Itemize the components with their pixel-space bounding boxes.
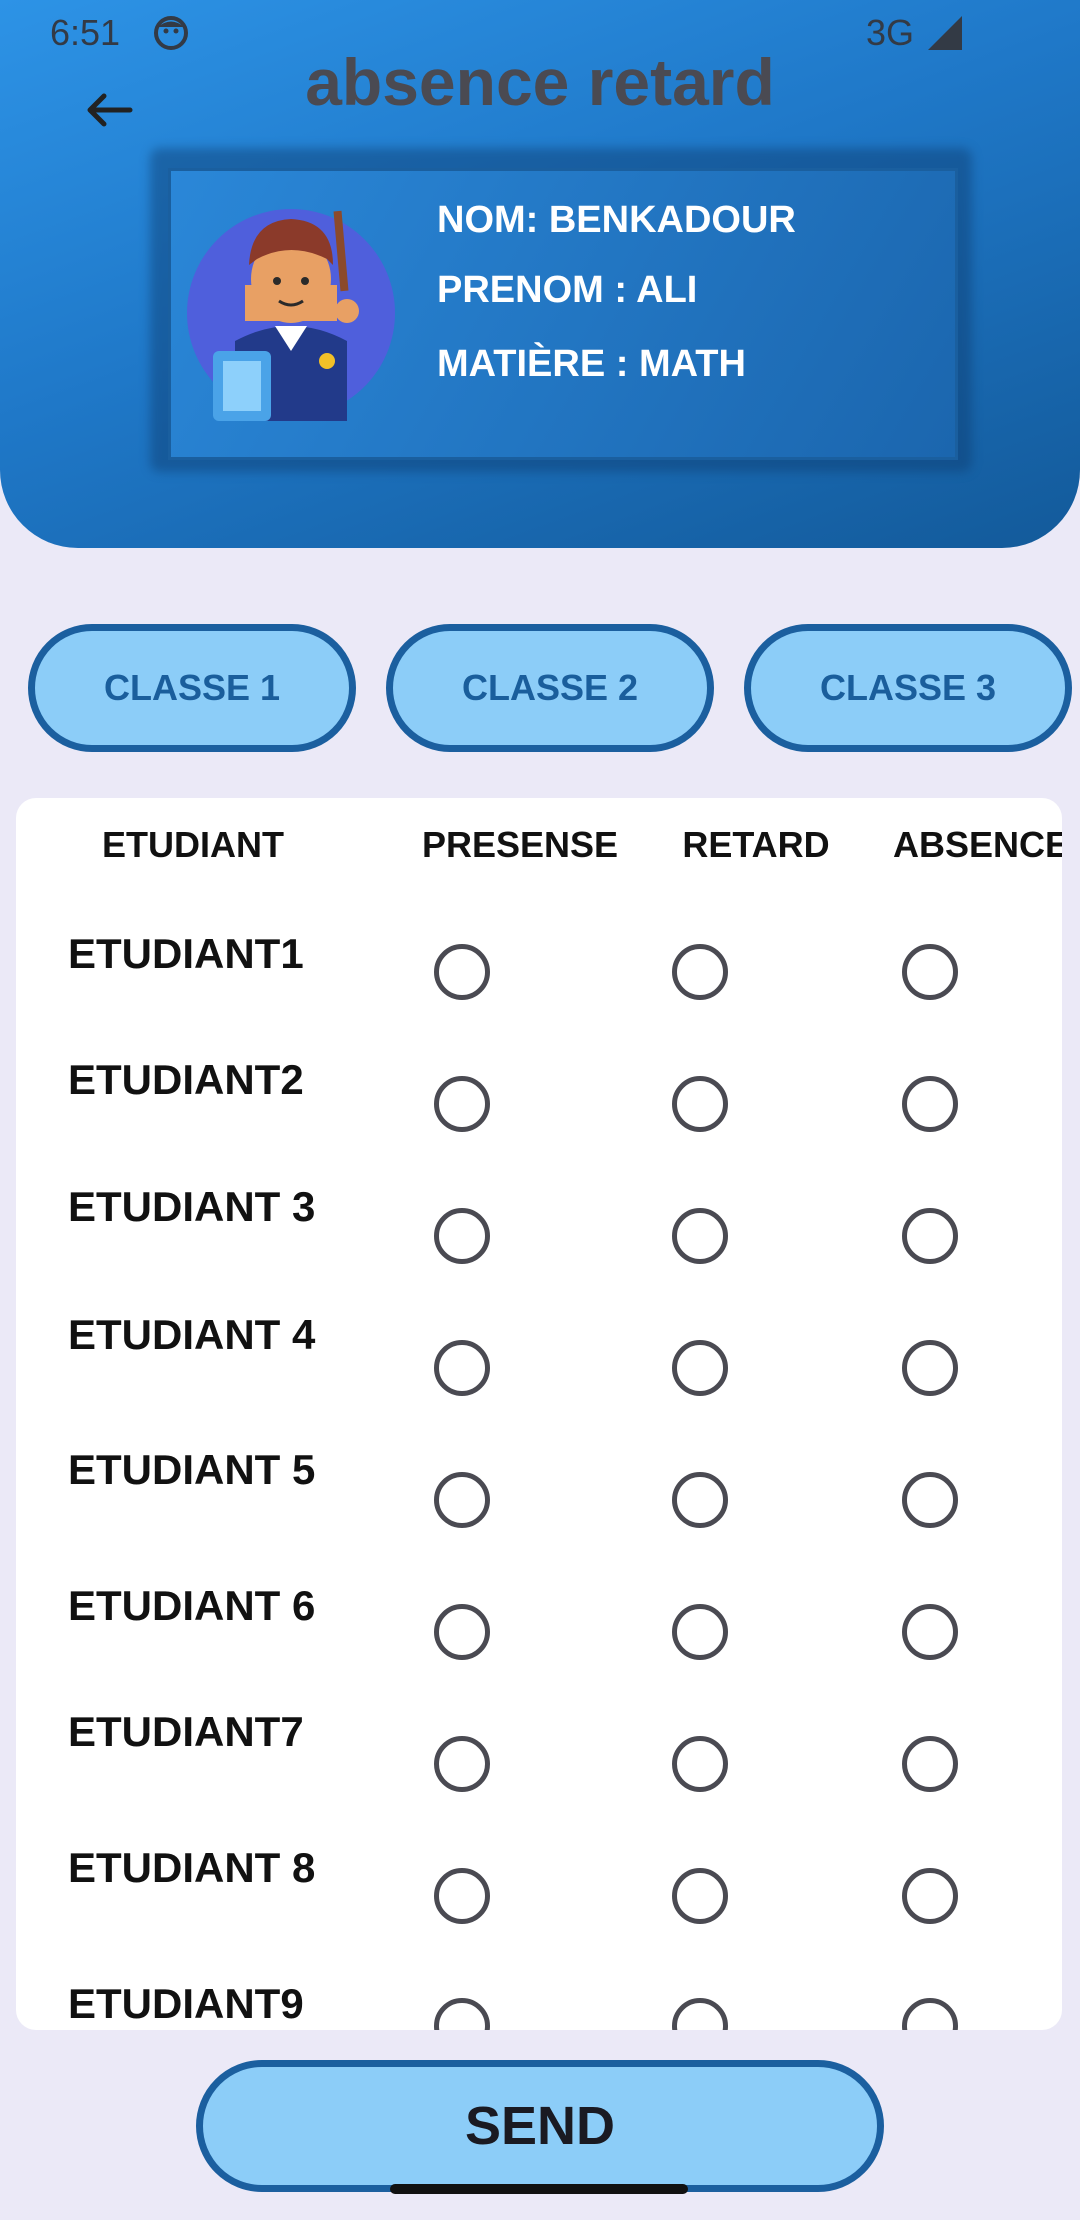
presense-radio[interactable] xyxy=(434,1076,490,1132)
student-name: ETUDIANT 5 xyxy=(68,1446,316,1493)
column-header-etudiant: ETUDIANT xyxy=(102,824,284,865)
student-name: ETUDIANT2 xyxy=(68,1056,304,1103)
presense-radio[interactable] xyxy=(434,1604,490,1660)
absence-radio[interactable] xyxy=(902,1340,958,1396)
student-name: ETUDIANT 3 xyxy=(68,1183,316,1230)
column-header-absence: ABSENCE xyxy=(892,824,1062,865)
presense-radio[interactable] xyxy=(434,1868,490,1924)
presense-radio[interactable] xyxy=(434,1340,490,1396)
student-name: ETUDIANT 4 xyxy=(68,1311,316,1358)
page-title: absence retard xyxy=(305,45,775,119)
class-2-button[interactable]: CLASSE 2 xyxy=(386,624,714,752)
retard-radio[interactable] xyxy=(672,1076,728,1132)
absence-radio[interactable] xyxy=(902,1998,958,2030)
retard-radio[interactable] xyxy=(672,1340,728,1396)
presense-radio[interactable] xyxy=(434,1472,490,1528)
student-name: ETUDIANT1 xyxy=(68,930,304,977)
student-name: ETUDIANT9 xyxy=(68,1980,304,2027)
presense-radio[interactable] xyxy=(434,1998,490,2030)
column-header-retard: RETARD xyxy=(682,824,830,865)
home-indicator xyxy=(390,2184,688,2194)
absence-radio[interactable] xyxy=(902,1208,958,1264)
retard-radio[interactable] xyxy=(672,1604,728,1660)
student-name: ETUDIANT 6 xyxy=(68,1582,316,1629)
absence-radio[interactable] xyxy=(902,944,958,1000)
retard-radio[interactable] xyxy=(672,944,728,1000)
column-header-presense: PRESENSE xyxy=(421,824,619,865)
student-name: ETUDIANT 8 xyxy=(68,1844,316,1891)
student-name: ETUDIANT7 xyxy=(68,1708,304,1755)
retard-radio[interactable] xyxy=(672,1998,728,2030)
teacher-prenom: PRENOM : ALI xyxy=(437,269,698,311)
presense-radio[interactable] xyxy=(434,944,490,1000)
retard-radio[interactable] xyxy=(672,1208,728,1264)
retard-radio[interactable] xyxy=(672,1736,728,1792)
absence-radio[interactable] xyxy=(902,1604,958,1660)
retard-radio[interactable] xyxy=(672,1868,728,1924)
absence-radio[interactable] xyxy=(902,1736,958,1792)
absence-radio[interactable] xyxy=(902,1472,958,1528)
class-1-button[interactable]: CLASSE 1 xyxy=(28,624,356,752)
header: 6:51 3G absence retard NOM: BENKADOUR PR… xyxy=(0,0,1080,548)
class-3-button[interactable]: CLASSE 3 xyxy=(744,624,1072,752)
teacher-profile-card: NOM: BENKADOUR PRENOM : ALI MATIÈRE : MA… xyxy=(168,168,958,460)
retard-radio[interactable] xyxy=(672,1472,728,1528)
absence-radio[interactable] xyxy=(902,1868,958,1924)
presense-radio[interactable] xyxy=(434,1208,490,1264)
teacher-nom: NOM: BENKADOUR xyxy=(437,199,796,241)
teacher-avatar-icon xyxy=(187,209,395,421)
teacher-matiere: MATIÈRE : MATH xyxy=(437,343,746,385)
absence-radio[interactable] xyxy=(902,1076,958,1132)
attendance-table: ETUDIANT PRESENSE RETARD ABSENCE ETUDIAN… xyxy=(16,798,1062,2030)
presense-radio[interactable] xyxy=(434,1736,490,1792)
send-button[interactable]: SEND xyxy=(196,2060,884,2192)
